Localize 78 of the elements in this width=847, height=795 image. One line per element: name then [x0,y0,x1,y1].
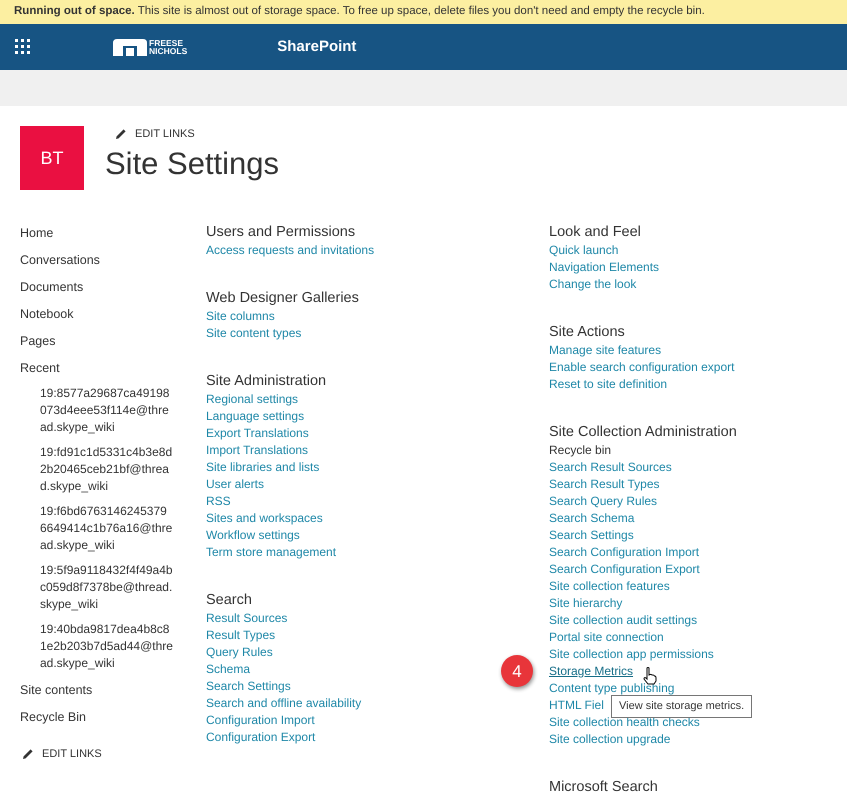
company-logo[interactable]: FREESE NICHOLS [113,38,188,56]
settings-link[interactable]: Search Settings [206,678,291,695]
nav-link[interactable]: 19:5f9a9118432f4f49a4bc059d8f7378be@thread.skype_wiki [40,562,173,613]
tooltip: View site storage metrics. [611,695,752,718]
settings-link[interactable]: Site collection features [549,578,670,595]
section-heading: Site Administration [206,372,326,391]
settings-link[interactable]: Reset to site definition [549,376,668,393]
settings-link[interactable]: Enable search configuration export [549,359,734,376]
settings-link[interactable]: User alerts [206,476,264,493]
settings-link[interactable]: Change the look [549,276,636,293]
settings-link[interactable]: Site collection upgrade [549,731,670,748]
nav-link[interactable]: 19:40bda9817dea4b8c81e2b203b7d5ad44@thread.skype_wiki [40,621,173,672]
settings-link[interactable]: Search Query Rules [549,493,658,510]
edit-links-link[interactable]: EDIT LINKS [42,746,102,762]
settings-link[interactable]: Sites and workspaces [206,510,323,527]
nav-link[interactable]: Recycle Bin [20,707,206,734]
nav-link[interactable]: Site contents [20,680,206,707]
settings-link[interactable]: Search Schema [549,510,634,527]
app-launcher-icon[interactable] [15,39,31,55]
settings-link[interactable]: Language settings [206,408,304,425]
settings-link[interactable]: Navigation Elements [549,259,660,276]
settings-link[interactable]: Result Sources [206,610,288,627]
nav-link[interactable]: Home [20,223,206,250]
settings-link[interactable]: Query Rules [206,644,273,661]
settings-link[interactable]: Site hierarchy [549,595,622,612]
settings-link[interactable]: Site libraries and lists [206,459,320,476]
settings-link[interactable]: Search Settings [549,527,634,544]
section-heading: Look and Feel [549,223,641,242]
section-heading: Site Actions [549,323,625,342]
nav-link[interactable]: Conversations [20,250,206,277]
settings-link[interactable]: RSS [206,493,231,510]
settings-link[interactable]: Term store management [206,544,336,561]
hand-cursor-icon [643,667,657,685]
app-title[interactable]: SharePoint [277,36,356,58]
nav-link[interactable]: 19:8577a29687ca49198073d4eee53f114e@thread.skype_wiki [40,385,173,436]
page-title: Site Settings [105,146,280,181]
settings-link[interactable]: Site columns [206,308,275,325]
settings-link[interactable]: Search Configuration Export [549,561,700,578]
settings-link[interactable]: Site collection audit settings [549,612,698,629]
settings-link[interactable]: Portal site connection [549,629,664,646]
settings-link[interactable]: Search Result Types [549,476,660,493]
settings-link[interactable]: Site collection app permissions [549,646,714,663]
section-heading: Users and Permissions [206,223,356,242]
settings-link[interactable]: Result Types [206,627,276,644]
settings-link[interactable]: Schema [206,661,250,678]
nav-link[interactable]: Pages [20,331,206,358]
nav-link[interactable]: Notebook [20,304,206,331]
settings-link[interactable]: HTML Fiel [549,697,604,714]
edit-links-link[interactable]: EDIT LINKS [135,126,195,142]
pencil-icon [115,128,127,140]
section-heading: Web Designer Galleries [206,289,359,308]
settings-link[interactable]: Storage Metrics [549,663,634,680]
step-number-badge: 4 [501,655,533,687]
settings-link[interactable]: Regional settings [206,391,298,408]
settings-link[interactable]: Workflow settings [206,527,300,544]
settings-link[interactable]: Search Configuration Import [549,544,700,561]
settings-link[interactable]: Import Translations [206,442,308,459]
settings-link[interactable]: Search and offline availability [206,695,362,712]
nav-link[interactable]: 19:f6bd67631462453796649414c1b76a16@thread.skype_wiki [40,503,173,554]
settings-link[interactable]: Recycle bin [549,442,612,459]
pencil-icon [22,748,34,760]
settings-link[interactable]: Configuration Export [206,729,316,746]
settings-link[interactable]: Content type publishing [549,680,674,697]
settings-link[interactable]: Manage site features [549,342,662,359]
settings-link[interactable]: Search Result Sources [549,459,672,476]
nav-link[interactable]: Recent [20,358,206,385]
settings-link[interactable]: Export Translations [206,425,309,442]
settings-link[interactable]: Configuration Import [206,712,315,729]
section-heading: Site Collection Administration [549,423,737,442]
site-logo[interactable]: BT [20,126,84,190]
nav-link[interactable]: Documents [20,277,206,304]
warning-message: Running out of space. This site is almost out of storage space. To free up space, delete files you don't need and empty the recycle bin. [14,5,705,17]
settings-link[interactable]: Access requests and invitations [206,242,374,259]
section-heading: Search [206,591,252,610]
settings-link[interactable]: Quick launch [549,242,618,259]
settings-link[interactable]: Site content types [206,325,302,342]
section-heading: Microsoft Search [549,778,658,795]
nav-link[interactable]: 19:fd91c1d5331c4b3e8d2b20465ceb21bf@thread.skype_wiki [40,444,173,495]
